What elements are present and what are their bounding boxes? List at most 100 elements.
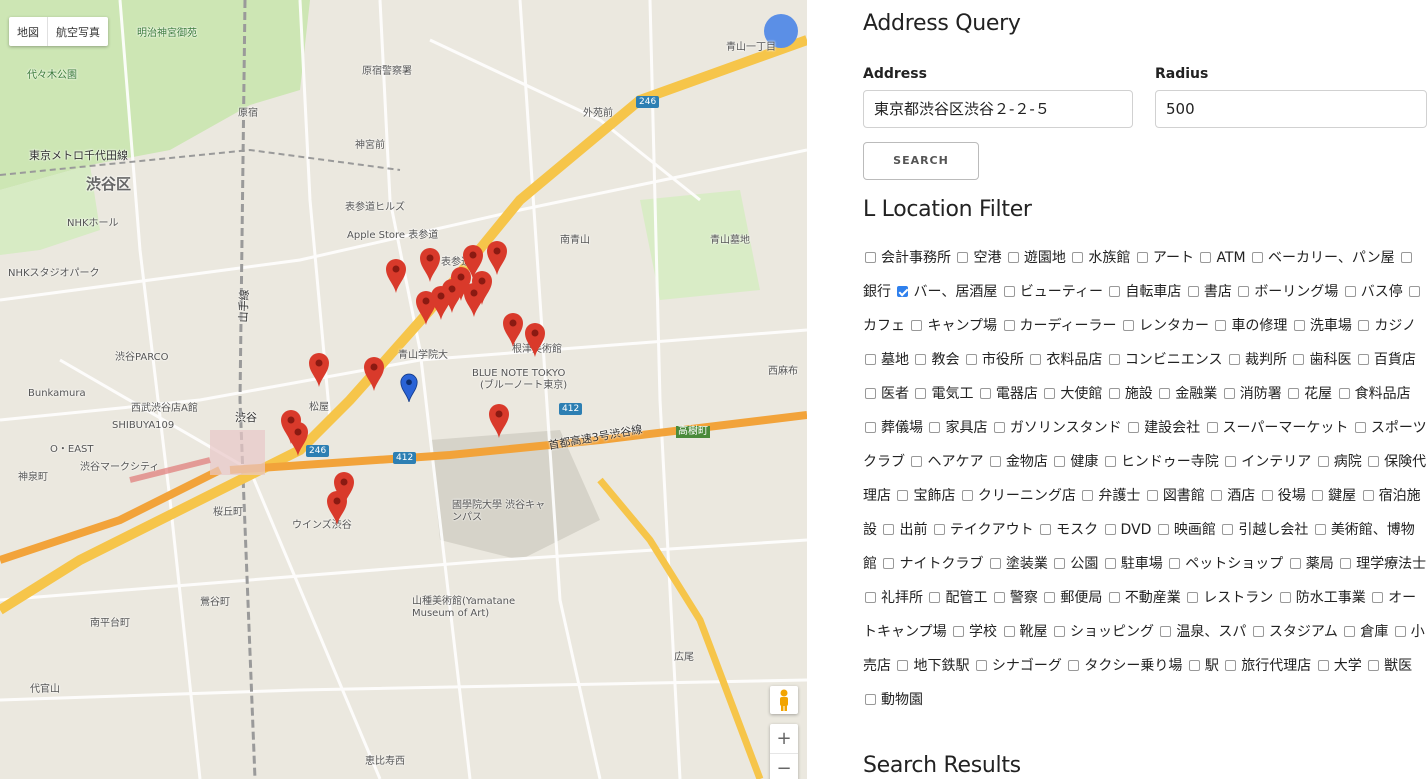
- filter-checkbox[interactable]: [1108, 388, 1120, 399]
- filter-checkbox[interactable]: [1394, 626, 1406, 637]
- filter-checkbox[interactable]: [933, 524, 945, 535]
- zoom-out-button[interactable]: −: [770, 754, 798, 779]
- red-map-pin-icon[interactable]: [385, 258, 407, 294]
- filter-option[interactable]: 学校: [951, 624, 997, 640]
- filter-option[interactable]: 教会: [913, 352, 959, 368]
- filter-checkbox[interactable]: [1054, 456, 1066, 467]
- filter-checkbox[interactable]: [1003, 320, 1015, 331]
- filter-option[interactable]: ペットショップ: [1167, 556, 1283, 572]
- filter-option[interactable]: 病院: [1316, 454, 1362, 470]
- filter-option[interactable]: 配管工: [927, 590, 987, 606]
- filter-option[interactable]: インテリア: [1223, 454, 1311, 470]
- filter-checkbox[interactable]: [1160, 626, 1172, 637]
- filter-checkbox[interactable]: [897, 660, 909, 671]
- filter-option[interactable]: 建設会社: [1126, 420, 1200, 436]
- filter-option[interactable]: コンビニエンス: [1107, 352, 1223, 368]
- filter-checkbox[interactable]: [1187, 592, 1199, 603]
- filter-option[interactable]: 役場: [1260, 488, 1306, 504]
- filter-checkbox[interactable]: [1288, 388, 1300, 399]
- filter-option[interactable]: DVD: [1103, 522, 1151, 538]
- filter-checkbox[interactable]: [1108, 354, 1120, 365]
- filter-checkbox[interactable]: [1003, 626, 1015, 637]
- filter-option[interactable]: テイクアウト: [932, 522, 1034, 538]
- red-map-pin-icon[interactable]: [488, 403, 510, 439]
- filter-checkbox[interactable]: [1229, 354, 1240, 365]
- filter-option[interactable]: スーパーマーケット: [1205, 420, 1348, 436]
- filter-checkbox[interactable]: [1054, 558, 1066, 569]
- filter-option[interactable]: 市役所: [964, 352, 1024, 368]
- filter-checkbox[interactable]: [1104, 524, 1116, 535]
- filter-checkbox[interactable]: [1200, 252, 1212, 263]
- filter-option[interactable]: 図書館: [1145, 488, 1205, 504]
- filter-option[interactable]: ATM: [1198, 250, 1246, 266]
- filter-checkbox[interactable]: [993, 422, 1005, 433]
- filter-checkbox[interactable]: [1003, 286, 1015, 297]
- filter-option[interactable]: 百貨店: [1356, 352, 1416, 368]
- filter-checkbox[interactable]: [1044, 592, 1056, 603]
- filter-checkbox[interactable]: [1188, 660, 1200, 671]
- filter-option[interactable]: 会計事務所: [863, 250, 951, 266]
- filter-option[interactable]: 健康: [1052, 454, 1098, 470]
- filter-option[interactable]: 駅: [1187, 658, 1219, 674]
- filter-checkbox[interactable]: [1211, 490, 1223, 501]
- red-map-pin-icon[interactable]: [326, 490, 348, 526]
- filter-option[interactable]: 公園: [1052, 556, 1098, 572]
- search-button[interactable]: SEARCH: [863, 142, 979, 180]
- red-map-pin-icon[interactable]: [419, 247, 441, 283]
- filter-option[interactable]: 裁判所: [1227, 352, 1287, 368]
- filter-option[interactable]: 薬局: [1288, 556, 1334, 572]
- filter-option[interactable]: 防水工事業: [1278, 590, 1366, 606]
- filter-option[interactable]: キャンプ場: [909, 318, 997, 334]
- filter-option[interactable]: アート: [1135, 250, 1194, 266]
- filter-option[interactable]: 宝飾店: [895, 488, 955, 504]
- filter-checkbox[interactable]: [1136, 252, 1148, 263]
- filter-checkbox[interactable]: [1082, 490, 1094, 501]
- filter-checkbox[interactable]: [929, 592, 941, 603]
- filter-checkbox[interactable]: [1289, 558, 1301, 569]
- filter-checkbox[interactable]: [1104, 456, 1116, 467]
- filter-checkbox[interactable]: [865, 388, 876, 399]
- filter-checkbox[interactable]: [1157, 524, 1169, 535]
- filter-option[interactable]: レンタカー: [1121, 318, 1209, 334]
- filter-checkbox[interactable]: [1344, 626, 1356, 637]
- filter-option[interactable]: レストラン: [1185, 590, 1273, 606]
- filter-checkbox[interactable]: [1357, 354, 1369, 365]
- filter-checkbox[interactable]: [1072, 252, 1084, 263]
- filter-checkbox[interactable]: [1104, 558, 1116, 569]
- filter-checkbox[interactable]: [911, 456, 923, 467]
- filter-checkbox[interactable]: [1338, 388, 1350, 399]
- filter-checkbox[interactable]: [1293, 320, 1305, 331]
- filter-checkbox[interactable]: [865, 422, 876, 433]
- filter-option[interactable]: 倉庫: [1342, 624, 1388, 640]
- filter-option[interactable]: シナゴーグ: [974, 658, 1062, 674]
- filter-option[interactable]: スタジアム: [1251, 624, 1338, 640]
- filter-checkbox[interactable]: [1344, 286, 1356, 297]
- filter-checkbox[interactable]: [1368, 456, 1380, 467]
- filter-option[interactable]: クリーニング店: [960, 488, 1076, 504]
- filter-option[interactable]: 消防署: [1222, 386, 1282, 402]
- filter-option[interactable]: 金融業: [1157, 386, 1217, 402]
- filter-option[interactable]: 衣料品店: [1028, 352, 1102, 368]
- filter-checkbox[interactable]: [1053, 626, 1065, 637]
- filter-checkbox[interactable]: [1068, 660, 1080, 671]
- filter-checkbox[interactable]: [965, 354, 977, 365]
- filter-option[interactable]: ビューティー: [1002, 284, 1103, 300]
- filter-option[interactable]: 動物園: [863, 692, 923, 708]
- filter-checkbox[interactable]: [1169, 558, 1181, 569]
- filter-checkbox[interactable]: [1187, 286, 1199, 297]
- filter-checkbox[interactable]: [865, 252, 876, 263]
- filter-option[interactable]: バス停: [1343, 284, 1403, 300]
- filter-checkbox[interactable]: [1223, 388, 1235, 399]
- red-map-pin-icon[interactable]: [524, 322, 546, 358]
- address-input[interactable]: 東京都渋谷区渋谷２-２-５: [863, 90, 1133, 128]
- filter-checkbox[interactable]: [1007, 252, 1019, 263]
- red-map-pin-icon[interactable]: [308, 352, 330, 388]
- filter-checkbox[interactable]: [1044, 388, 1056, 399]
- filter-checkbox[interactable]: [1252, 626, 1264, 637]
- filter-option[interactable]: 葬儀場: [863, 420, 923, 436]
- filter-option[interactable]: 出前: [881, 522, 927, 538]
- filter-checkbox[interactable]: [1358, 320, 1370, 331]
- filter-checkbox[interactable]: [1409, 286, 1421, 297]
- filter-option[interactable]: 旅行代理店: [1223, 658, 1311, 674]
- filter-checkbox[interactable]: [975, 660, 987, 671]
